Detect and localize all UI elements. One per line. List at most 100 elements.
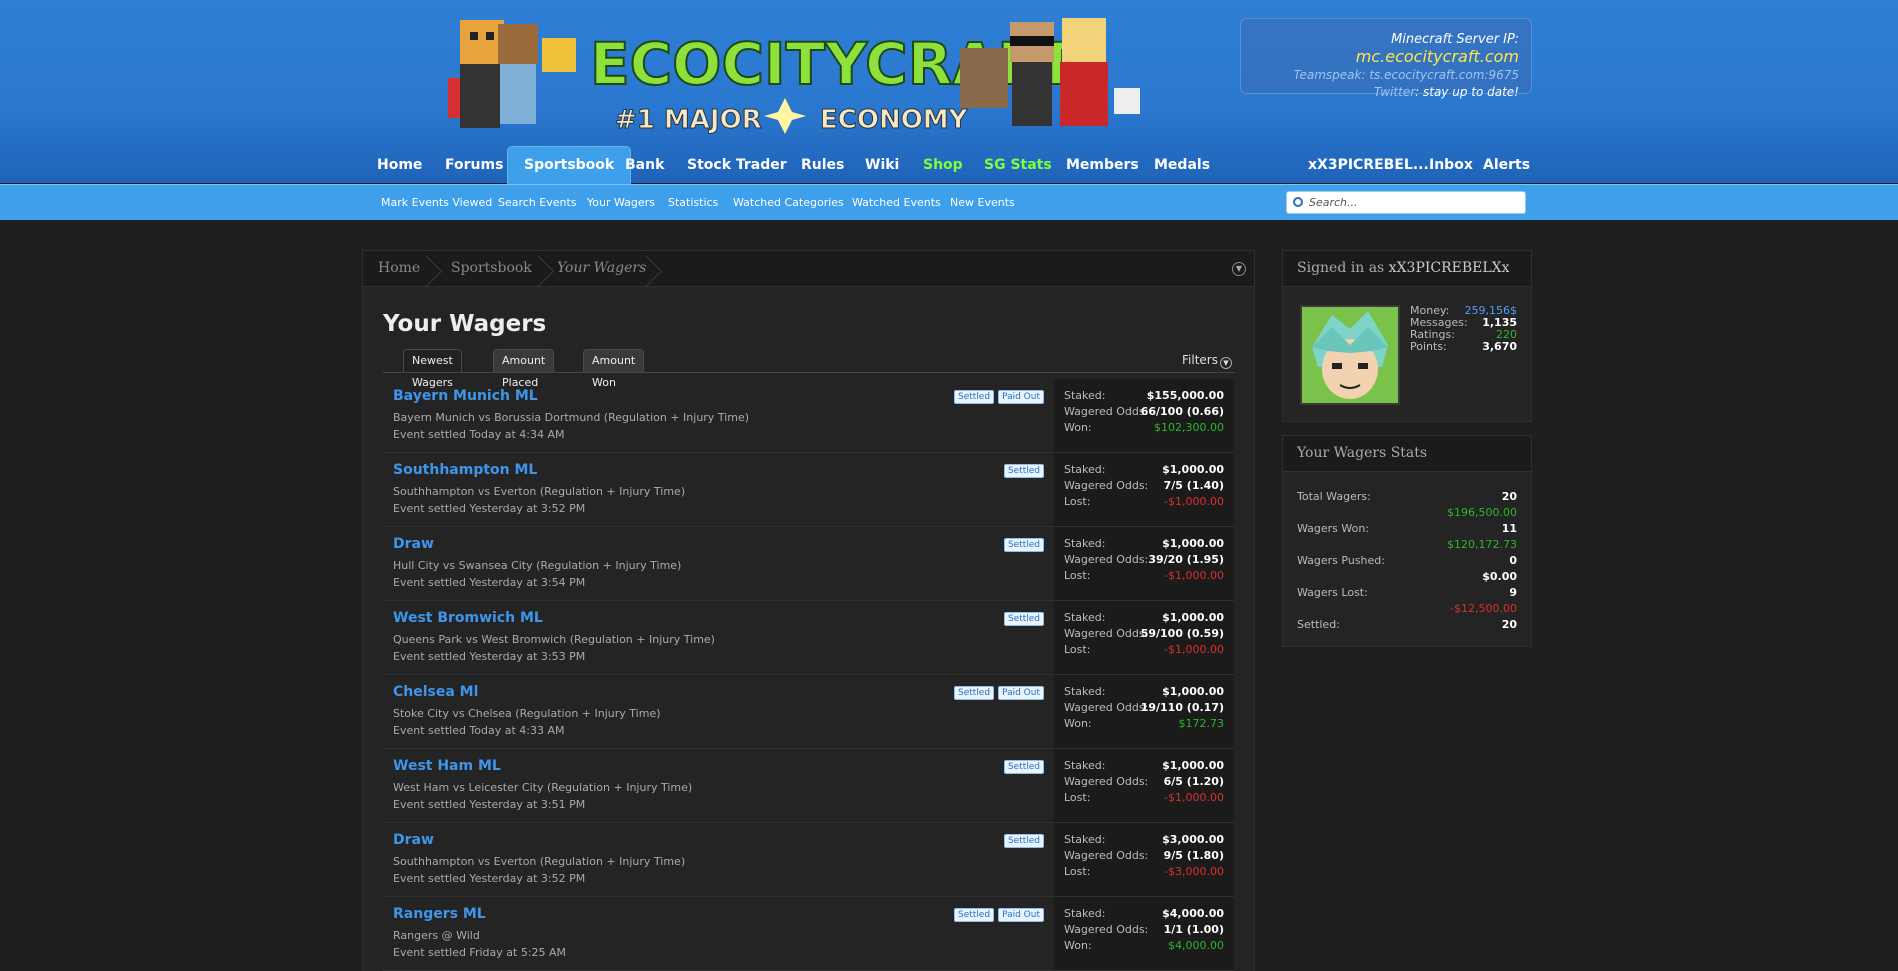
nav-wiki[interactable]: Wiki xyxy=(865,154,899,182)
wager-info: Draw Settled Hull City vs Swansea City (Re… xyxy=(383,527,1054,600)
nav-alerts[interactable]: Alerts xyxy=(1483,154,1530,182)
nav-inbox[interactable]: Inbox xyxy=(1429,154,1473,182)
subnav-new-events[interactable]: New Events xyxy=(950,196,1015,209)
wager-badges: Settled Paid Out xyxy=(950,389,1044,404)
wager-title-link[interactable]: West Ham ML xyxy=(393,758,501,774)
wager-list: Bayern Munich ML Settled Paid Out Bayern Mu… xyxy=(383,379,1234,971)
breadcrumb-separator xyxy=(643,251,657,287)
site-header: ECOCITYCRAFT #1 MAJOR ECONOMY Minecraft … xyxy=(0,0,1898,184)
chevron-down-icon: ▼ xyxy=(1220,357,1232,369)
result-value: $4,000.00 xyxy=(1168,939,1224,952)
avatar-image xyxy=(1302,307,1398,403)
settled-label: Settled: xyxy=(1297,618,1340,631)
result-value: -$1,000.00 xyxy=(1164,569,1224,582)
staked-value: $1,000.00 xyxy=(1162,685,1224,698)
chevron-down-icon[interactable]: ▼ xyxy=(1232,262,1246,276)
wager-stats-box: Your Wagers Stats Total Wagers: 20 $196,… xyxy=(1282,435,1532,647)
odds-value: 39/20 (1.95) xyxy=(1148,553,1224,566)
wager-amounts: Staked: $3,000.00 Wagered Odds: 9/5 (1.80) L… xyxy=(1054,823,1234,896)
nav-sportsbook[interactable]: Sportsbook xyxy=(507,146,632,184)
wager-row: Southhampton ML Settled Southhampton vs Ev… xyxy=(383,453,1234,527)
wager-settled-date: Event settled Yesterday at 3:53 PM xyxy=(393,650,586,663)
tab-amount-won[interactable]: Amount Won xyxy=(583,349,645,389)
breadcrumb-sportsbook[interactable]: Sportsbook xyxy=(451,260,532,276)
user-box: Signed in as xX3PICREBELXx Money: 259,15… xyxy=(1282,250,1532,422)
search-input[interactable]: Search... xyxy=(1286,191,1526,214)
wager-title-link[interactable]: Draw xyxy=(393,832,434,848)
odds-value: 6/5 (1.20) xyxy=(1163,775,1224,788)
odds-label: Wagered Odds: xyxy=(1064,405,1149,418)
result-label: Lost: xyxy=(1064,495,1091,508)
staked-value: $1,000.00 xyxy=(1162,611,1224,624)
subnav-watched-events[interactable]: Watched Events xyxy=(852,196,941,209)
wager-row: Draw Settled Southhampton vs Everton (Regu… xyxy=(383,823,1234,897)
server-info-box: Minecraft Server IP: mc.ecocitycraft.com… xyxy=(1240,18,1532,99)
staked-label: Staked: xyxy=(1064,833,1106,846)
tab-amount-placed[interactable]: Amount Placed xyxy=(493,349,555,389)
nav-shop[interactable]: Shop xyxy=(923,154,963,182)
wager-amounts: Staked: $1,000.00 Wagered Odds: 39/20 (1.95… xyxy=(1054,527,1234,600)
wager-title-link[interactable]: Draw xyxy=(393,536,434,552)
wager-settled-date: Event settled Today at 4:33 AM xyxy=(393,724,565,737)
wagers-lost-amount: -$12,500.00 xyxy=(1450,602,1517,615)
wager-row: Chelsea Ml Settled Paid Out Stoke City vs C… xyxy=(383,675,1234,749)
wager-amounts: Staked: $1,000.00 Wagered Odds: 19/110 (0.1… xyxy=(1054,675,1234,748)
wager-badges: Settled xyxy=(1000,833,1044,848)
ecocitycraft-logo[interactable]: ECOCITYCRAFT #1 MAJOR ECONOMY xyxy=(440,8,1150,143)
nav-username[interactable]: xX3PICREBEL... xyxy=(1308,154,1429,182)
staked-label: Staked: xyxy=(1064,759,1106,772)
teamspeak-info: Teamspeak: ts.ecocitycraft.com:9675 xyxy=(1293,68,1519,82)
subnav-watched-categories[interactable]: Watched Categories xyxy=(733,196,844,209)
settled-badge: Settled xyxy=(1003,760,1044,774)
wager-amounts: Staked: $1,000.00 Wagered Odds: 7/5 (1.40) L… xyxy=(1054,453,1234,526)
paid-out-badge: Paid Out xyxy=(998,908,1044,922)
staked-value: $3,000.00 xyxy=(1162,833,1224,846)
odds-label: Wagered Odds: xyxy=(1064,923,1149,936)
twitter-link[interactable]: Twitter xyxy=(1374,85,1415,99)
signed-in-username[interactable]: xX3PICREBELXx xyxy=(1389,260,1510,276)
odds-value: 1/1 (1.00) xyxy=(1163,923,1224,936)
staked-label: Staked: xyxy=(1064,537,1106,550)
wager-event: Southhampton vs Everton (Regulation + In… xyxy=(393,855,686,868)
nav-stock-trader[interactable]: Stock Trader xyxy=(687,154,787,182)
subnav-your-wagers[interactable]: Your Wagers xyxy=(587,196,655,209)
settled-badge: Settled xyxy=(1003,834,1044,848)
wager-title-link[interactable]: Southhampton ML xyxy=(393,462,537,478)
nav-bank[interactable]: Bank xyxy=(625,154,664,182)
nav-sg-stats[interactable]: SG Stats xyxy=(984,154,1052,182)
odds-label: Wagered Odds: xyxy=(1064,553,1149,566)
wager-title-link[interactable]: Rangers ML xyxy=(393,906,486,922)
wager-row: Rangers ML Settled Paid Out Rangers @ Wild E… xyxy=(383,897,1234,971)
main-nav: Home Forums Sportsbook Bank Stock Trader… xyxy=(0,146,1898,184)
wager-amounts: Staked: $1,000.00 Wagered Odds: 59/100 (0.5… xyxy=(1054,601,1234,674)
subnav-statistics[interactable]: Statistics xyxy=(668,196,718,209)
breadcrumb-separator xyxy=(423,251,437,287)
nav-rules[interactable]: Rules xyxy=(801,154,844,182)
staked-label: Staked: xyxy=(1064,611,1106,624)
avatar[interactable] xyxy=(1300,305,1400,405)
filters-label: Filters xyxy=(1182,353,1218,367)
wager-title-link[interactable]: Bayern Munich ML xyxy=(393,388,538,404)
wagers-pushed-label: Wagers Pushed: xyxy=(1297,554,1385,567)
wager-stats-title: Your Wagers Stats xyxy=(1283,436,1531,472)
wager-badges: Settled Paid Out xyxy=(950,907,1044,922)
wager-badges: Settled xyxy=(1000,537,1044,552)
wager-settled-date: Event settled Today at 4:34 AM xyxy=(393,428,565,441)
wager-event: West Ham vs Leicester City (Regulation +… xyxy=(393,781,693,794)
nav-home[interactable]: Home xyxy=(377,154,422,182)
wager-title-link[interactable]: Chelsea Ml xyxy=(393,684,478,700)
subnav-search-events[interactable]: Search Events xyxy=(498,196,577,209)
server-ip[interactable]: mc.ecocitycraft.com xyxy=(1356,47,1519,66)
subnav-mark-events-viewed[interactable]: Mark Events Viewed xyxy=(381,196,492,209)
wager-title-link[interactable]: West Bromwich ML xyxy=(393,610,543,626)
tab-newest-wagers[interactable]: Newest Wagers xyxy=(403,349,462,389)
nav-medals[interactable]: Medals xyxy=(1154,154,1210,182)
filters-button[interactable]: Filters ▼ xyxy=(1182,353,1232,369)
nav-members[interactable]: Members xyxy=(1066,154,1139,182)
breadcrumb-separator xyxy=(535,251,549,287)
nav-forums[interactable]: Forums xyxy=(445,154,503,182)
wager-settled-date: Event settled Friday at 5:25 AM xyxy=(393,946,567,959)
staked-value: $4,000.00 xyxy=(1162,907,1224,920)
result-value: -$3,000.00 xyxy=(1164,865,1224,878)
settled-badge: Settled xyxy=(1003,538,1044,552)
